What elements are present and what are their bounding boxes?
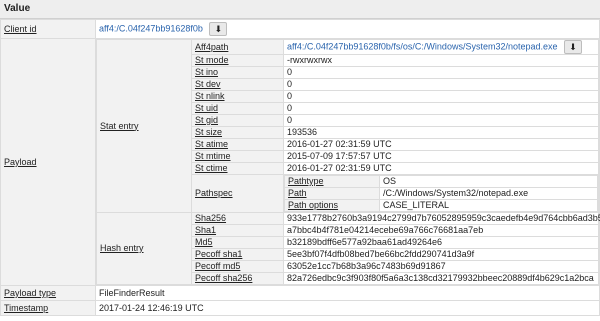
st-dev-value: 0 [283,78,599,91]
st-ctime-value: 2016-01-27 02:31:59 UTC [283,162,599,175]
aff4path-label: Aff4path [191,39,284,55]
pecoff-md5-value: 63052e1cc7b68b3a96c7483b69d91867 [283,260,599,273]
st-mtime-value: 2015-07-09 17:57:57 UTC [283,150,599,163]
md5-label: Md5 [191,236,284,249]
st-ino-label: St ino [191,66,284,79]
st-nlink-label: St nlink [191,90,284,103]
payload-type-value: FileFinderResult [95,285,600,301]
st-dev-label: St dev [191,78,284,91]
pecoff-sha1-value: 5ee3bf07f4dfb08bed7be66bc2fdd290741d3a9f [283,248,599,261]
download-icon[interactable]: ⬇ [209,22,228,36]
path-options-label: Path options [284,199,380,212]
st-uid-label: St uid [191,102,284,115]
st-uid-value: 0 [283,102,599,115]
md5-value: b32189bdff6e577a92baa61ad49264e6 [283,236,599,249]
aff4path-link[interactable]: aff4:/C.04f247bb91628f0b/fs/os/C:/Window… [287,41,558,51]
pathtype-label: Pathtype [284,175,380,188]
pathtype-value: OS [379,175,598,188]
hash-entry-label: Hash entry [96,212,192,285]
path-label: Path [284,187,380,200]
st-size-value: 193536 [283,126,599,139]
st-ino-value: 0 [283,66,599,79]
path-options-value: CASE_LITERAL [379,199,598,212]
value-header: Value [0,0,600,19]
st-size-label: St size [191,126,284,139]
client-id-link[interactable]: aff4:/C.04f247bb91628f0b [99,23,203,33]
pathspec-cell: Pathtype OS Path/C:/Windows/System32/note… [283,174,599,213]
sha256-label: Sha256 [191,212,284,225]
st-gid-label: St gid [191,114,284,127]
sha256-value: 933e1778b2760b3a9194c2799d7b76052895959c… [283,212,600,225]
client-id-label: Client id [0,19,96,39]
st-ctime-label: St ctime [191,162,284,175]
pecoff-sha256-value: 82a726edbc9c3f903f80f5a6a3c138cd32179932… [283,272,599,285]
st-mtime-label: St mtime [191,150,284,163]
client-id-cell: aff4:/C.04f247bb91628f0b ⬇ [95,19,600,39]
timestamp-value: 2017-01-24 12:46:19 UTC [95,300,600,316]
st-nlink-value: 0 [283,90,599,103]
st-atime-value: 2016-01-27 02:31:59 UTC [283,138,599,151]
stat-entry-label: Stat entry [96,39,192,213]
timestamp-label: Timestamp [0,300,96,316]
payload-label: Payload [0,38,96,286]
sha1-label: Sha1 [191,224,284,237]
payload-cell: Stat entry Aff4path aff4:/C.04f247bb9162… [95,38,600,286]
aff4path-cell: aff4:/C.04f247bb91628f0b/fs/os/C:/Window… [283,39,599,55]
sha1-value: a7bbc4b4f781e04214ecebe69a766c76681aa7eb [283,224,599,237]
pecoff-sha1-label: Pecoff sha1 [191,248,284,261]
st-atime-label: St atime [191,138,284,151]
result-table: Client id aff4:/C.04f247bb91628f0b ⬇ Pay… [0,19,600,316]
pathspec-table: Pathtype OS Path/C:/Windows/System32/note… [284,175,598,212]
st-mode-label: St mode [191,54,284,67]
pathspec-label: Pathspec [191,174,284,213]
payload-type-label: Payload type [0,285,96,301]
path-value: /C:/Windows/System32/notepad.exe [379,187,598,200]
payload-table: Stat entry Aff4path aff4:/C.04f247bb9162… [96,39,600,285]
st-mode-value: -rwxrwxrwx [283,54,599,67]
download-icon[interactable]: ⬇ [564,40,583,54]
st-gid-value: 0 [283,114,599,127]
pecoff-md5-label: Pecoff md5 [191,260,284,273]
pecoff-sha256-label: Pecoff sha256 [191,272,284,285]
